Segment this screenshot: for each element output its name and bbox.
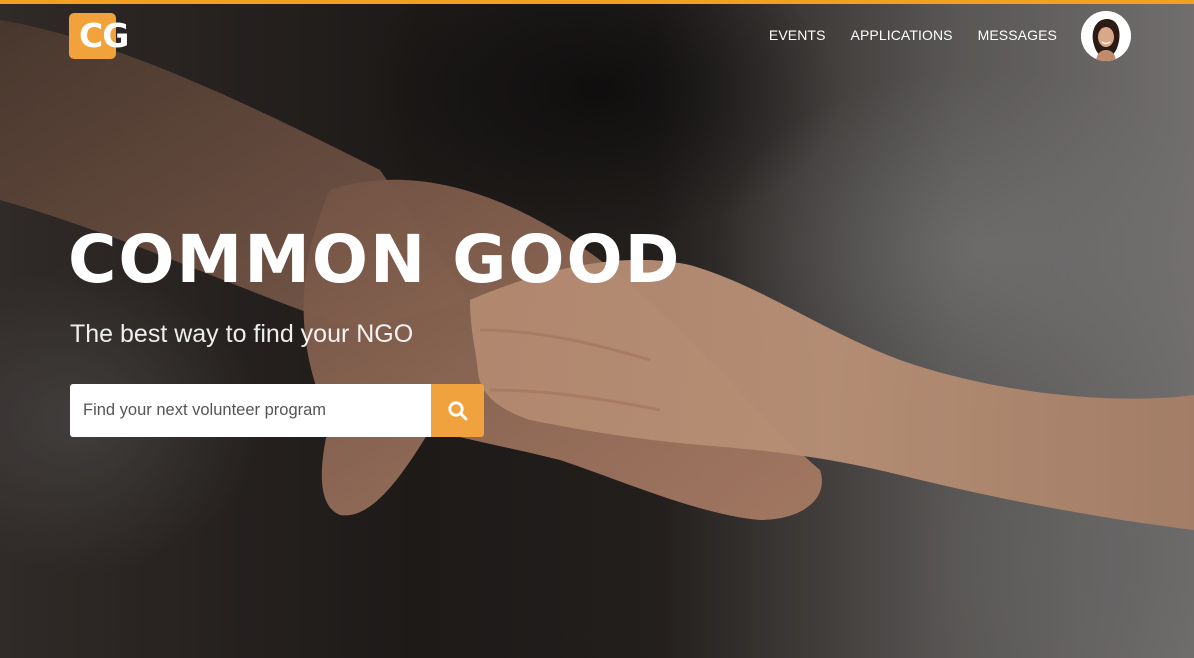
nav-applications[interactable]: APPLICATIONS bbox=[851, 26, 953, 44]
search-input[interactable] bbox=[70, 384, 431, 437]
top-accent-bar bbox=[0, 0, 1194, 4]
nav-messages[interactable]: MESSAGES bbox=[978, 26, 1057, 44]
search-icon bbox=[447, 400, 467, 420]
main-nav: EVENTS APPLICATIONS MESSAGES bbox=[769, 26, 1057, 44]
hero-title: COMMON GOOD bbox=[68, 221, 682, 298]
user-avatar-icon bbox=[1081, 11, 1131, 61]
logo[interactable]: CG bbox=[69, 13, 139, 59]
search-button[interactable] bbox=[431, 384, 484, 437]
logo-text: CG bbox=[79, 16, 129, 55]
hero-subtitle: The best way to find your NGO bbox=[70, 320, 414, 348]
nav-events[interactable]: EVENTS bbox=[769, 26, 826, 44]
user-avatar[interactable] bbox=[1081, 11, 1131, 61]
search-bar bbox=[70, 384, 484, 437]
